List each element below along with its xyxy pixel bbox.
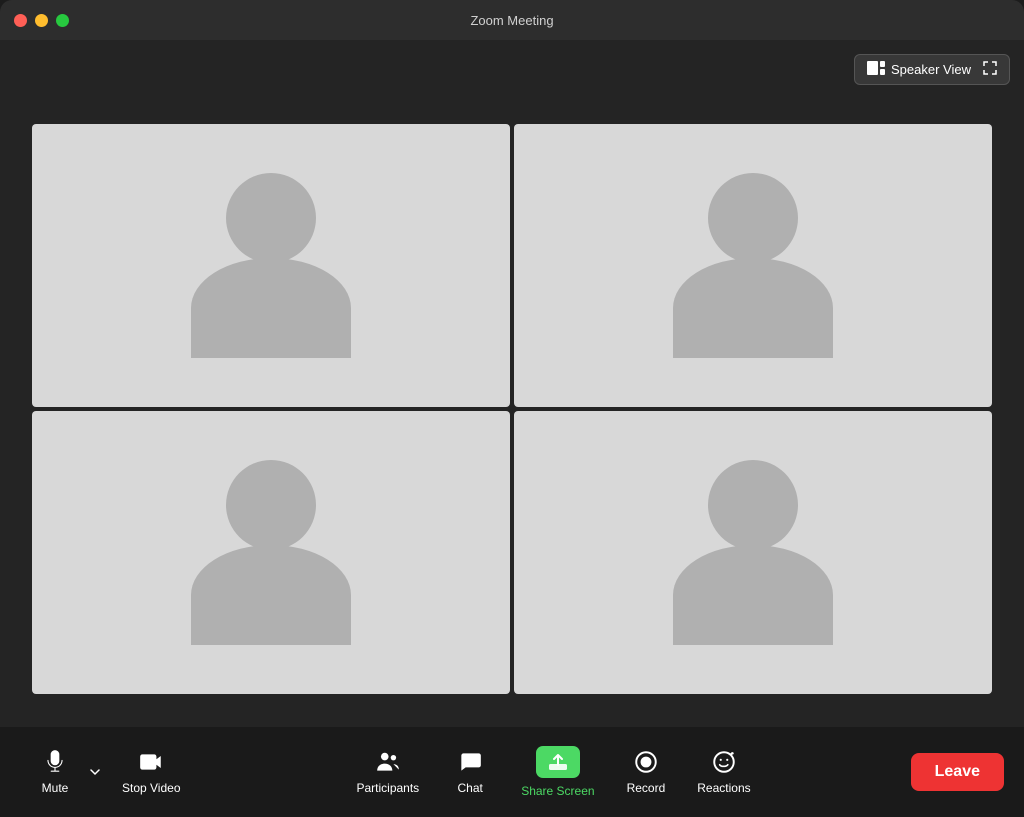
mute-label: Mute	[42, 781, 69, 795]
avatar-body-4	[673, 545, 833, 645]
participants-button[interactable]: Participants	[340, 741, 435, 803]
share-screen-icon	[536, 746, 580, 778]
video-cell-4	[514, 411, 992, 694]
avatar-body-1	[191, 258, 351, 358]
chat-icon	[457, 749, 483, 775]
reactions-label: Reactions	[697, 781, 750, 795]
title-bar: Zoom Meeting	[0, 0, 1024, 40]
video-cell-2	[514, 124, 992, 407]
chat-button[interactable]: Chat	[435, 741, 505, 803]
stop-video-button[interactable]: Stop Video	[106, 741, 197, 803]
video-cell-3	[32, 411, 510, 694]
fullscreen-icon	[983, 61, 997, 78]
avatar-head-1	[226, 173, 316, 263]
share-screen-button[interactable]: Share Screen	[505, 738, 610, 806]
record-button[interactable]: Record	[611, 741, 682, 803]
record-label: Record	[627, 781, 666, 795]
reactions-icon	[711, 749, 737, 775]
stop-video-label: Stop Video	[122, 781, 181, 795]
minimize-button[interactable]	[35, 14, 48, 27]
avatar-4	[673, 460, 833, 645]
reactions-button[interactable]: Reactions	[681, 741, 766, 803]
speaker-view-label: Speaker View	[891, 62, 971, 77]
main-area: Speaker View	[0, 40, 1024, 727]
avatar-head-3	[226, 460, 316, 550]
record-icon	[633, 749, 659, 775]
avatar-body-3	[191, 545, 351, 645]
microphone-icon	[42, 749, 68, 775]
share-screen-label: Share Screen	[521, 784, 594, 798]
video-cell-1	[32, 124, 510, 407]
toolbar: Mute Stop Video	[0, 727, 1024, 817]
avatar-1	[191, 173, 351, 358]
window-controls	[14, 14, 69, 27]
avatar-head-4	[708, 460, 798, 550]
mute-group: Mute	[20, 741, 102, 803]
video-camera-icon	[138, 749, 164, 775]
toolbar-right: Leave	[911, 753, 1004, 791]
avatar-head-2	[708, 173, 798, 263]
video-grid	[32, 124, 992, 694]
leave-button[interactable]: Leave	[911, 753, 1004, 791]
chat-label: Chat	[458, 781, 483, 795]
toolbar-left: Mute Stop Video	[20, 741, 197, 803]
participants-icon	[375, 749, 401, 775]
avatar-body-2	[673, 258, 833, 358]
window-title: Zoom Meeting	[470, 13, 553, 28]
avatar-2	[673, 173, 833, 358]
mute-caret-button[interactable]	[90, 761, 102, 784]
speaker-view-button[interactable]: Speaker View	[854, 54, 1010, 85]
mute-button[interactable]: Mute	[20, 741, 90, 803]
toolbar-center: Participants Chat Share Screen	[197, 738, 911, 806]
close-button[interactable]	[14, 14, 27, 27]
maximize-button[interactable]	[56, 14, 69, 27]
participants-label: Participants	[356, 781, 419, 795]
speaker-view-icon	[867, 61, 885, 78]
avatar-3	[191, 460, 351, 645]
